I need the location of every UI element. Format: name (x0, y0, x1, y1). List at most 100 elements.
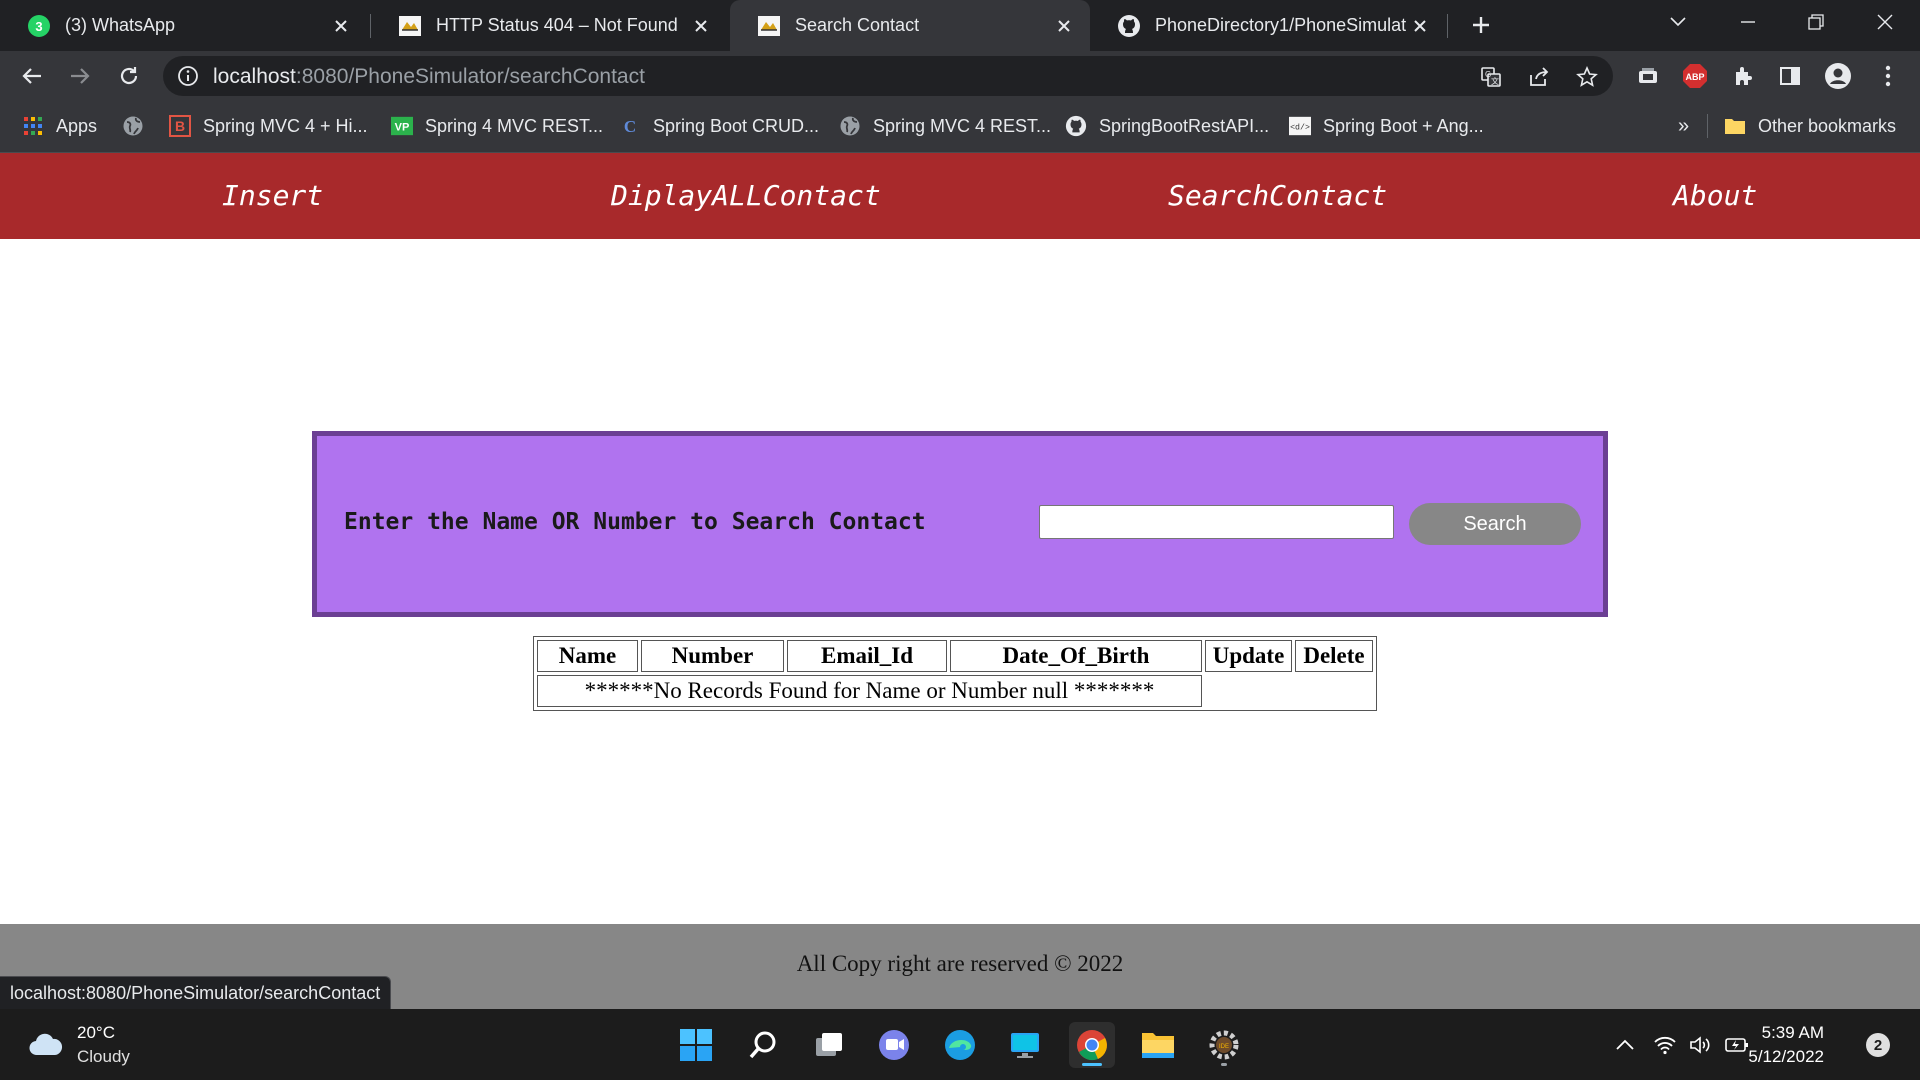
vp-icon: VP (391, 115, 413, 137)
code-icon: <d/> (1289, 115, 1311, 137)
wifi-icon[interactable] (1652, 1032, 1678, 1058)
address-bar[interactable]: localhost:8080/PhoneSimulator/searchCont… (163, 56, 1613, 96)
no-records-message: ******No Records Found for Name or Numbe… (537, 675, 1202, 707)
side-panel-icon[interactable] (1774, 60, 1806, 92)
media-icon[interactable] (1632, 60, 1664, 92)
running-indicator (1221, 1063, 1227, 1066)
new-tab-button[interactable] (1465, 9, 1497, 41)
bookmark-apps[interactable]: Apps (22, 101, 97, 151)
profile-avatar-icon[interactable] (1822, 60, 1854, 92)
chrome-icon[interactable] (1069, 1022, 1115, 1068)
clock-time[interactable]: 5:39 AM (1762, 1023, 1824, 1043)
globe-icon (839, 115, 861, 137)
results-table: Name Number Email_Id Date_Of_Birth Updat… (533, 636, 1377, 711)
edge-icon[interactable] (937, 1022, 983, 1068)
restore-button[interactable] (1786, 0, 1846, 44)
running-indicator (1082, 1063, 1102, 1066)
weather-temperature[interactable]: 20°C (77, 1023, 115, 1043)
minimize-button[interactable] (1718, 0, 1778, 44)
header-update: Update (1205, 640, 1292, 672)
search-icon[interactable] (740, 1022, 786, 1068)
more-bookmarks-button[interactable]: » (1678, 101, 1689, 151)
tab-whatsapp[interactable]: 3 (3) WhatsApp (0, 0, 367, 51)
nav-search-contact[interactable]: SearchContact (1168, 179, 1387, 212)
url-text: localhost:8080/PhoneSimulator/searchCont… (213, 65, 645, 89)
share-icon[interactable] (1526, 64, 1552, 90)
globe-icon (122, 115, 144, 137)
more-bookmarks-label: » (1678, 114, 1690, 137)
close-icon[interactable] (1050, 12, 1078, 40)
tomcat-icon (757, 14, 781, 38)
nav-about[interactable]: About (1673, 179, 1757, 212)
svg-text:VP: VP (395, 122, 410, 134)
bookmark-spring-boot-crud[interactable]: C Spring Boot CRUD... (619, 101, 819, 151)
tab-github[interactable]: PhoneDirectory1/PhoneSimulato (1090, 0, 1446, 51)
github-icon (1065, 115, 1087, 137)
task-view-icon[interactable] (806, 1022, 852, 1068)
svg-text:3: 3 (35, 19, 42, 34)
bookmark-spring-boot-angular[interactable]: <d/> Spring Boot + Ang... (1289, 101, 1484, 151)
close-icon[interactable] (327, 12, 355, 40)
bookmark-label: Spring MVC 4 + Hi... (203, 115, 368, 136)
close-icon[interactable] (1406, 12, 1434, 40)
bookmark-label: Spring Boot CRUD... (653, 115, 820, 136)
back-button[interactable] (16, 60, 48, 92)
settings-gear-icon[interactable]: IDE (1201, 1022, 1247, 1068)
bookmark-globe[interactable] (122, 101, 156, 151)
whatsapp-icon: 3 (27, 14, 51, 38)
bookmark-spring-mvc-hibernate[interactable]: B Spring MVC 4 + Hi... (169, 101, 368, 151)
volume-icon[interactable] (1688, 1032, 1714, 1058)
tab-title: PhoneDirectory1/PhoneSimulato (1155, 15, 1406, 35)
tab-http-404[interactable]: HTTP Status 404 – Not Found (371, 0, 727, 51)
forward-button[interactable] (64, 60, 96, 92)
remote-desktop-icon[interactable] (1002, 1022, 1048, 1068)
info-icon[interactable] (177, 65, 199, 92)
close-window-button[interactable] (1855, 0, 1915, 44)
file-explorer-icon[interactable] (1135, 1022, 1181, 1068)
other-bookmarks-folder[interactable]: Other bookmarks (1724, 101, 1896, 151)
notification-badge[interactable]: 2 (1866, 1033, 1890, 1057)
search-input[interactable] (1039, 505, 1394, 539)
url-host: localhost (213, 65, 296, 88)
battery-charging-icon[interactable] (1724, 1032, 1750, 1058)
bookmark-label: Spring 4 MVC REST... (425, 115, 604, 136)
svg-text:<d/>: <d/> (1290, 123, 1310, 133)
other-bookmarks-label: Other bookmarks (1758, 115, 1897, 136)
clock-date[interactable]: 5/12/2022 (1748, 1047, 1824, 1067)
translate-icon[interactable]: G文 (1478, 64, 1504, 90)
close-icon[interactable] (687, 12, 715, 40)
adblock-icon[interactable]: ABP (1679, 60, 1711, 92)
menu-kebab-icon[interactable] (1872, 60, 1904, 92)
search-button[interactable]: Search (1409, 503, 1581, 545)
bookmark-star-icon[interactable] (1574, 64, 1600, 90)
bookmark-spring4-mvc-rest[interactable]: VP Spring 4 MVC REST... (391, 101, 603, 151)
tab-search-button[interactable] (1648, 0, 1708, 44)
site-navbar: Insert DiplayALLContact SearchContact Ab… (0, 153, 1920, 239)
bookmarks-bar: Apps B Spring MVC 4 + Hi... VP Spring 4 … (0, 101, 1920, 153)
cloud-icon[interactable] (28, 1031, 64, 1062)
tab-search-contact[interactable]: Search Contact (730, 0, 1090, 51)
nav-display-all-contact[interactable]: DiplayALLContact (611, 179, 881, 212)
bookmark-label: Spring MVC 4 REST... (873, 115, 1052, 136)
empty-cell (1205, 675, 1373, 707)
tab-separator (1447, 14, 1448, 38)
bookmark-label: Spring Boot + Ang... (1323, 115, 1484, 136)
bookmark-springboot-restapi[interactable]: SpringBootRestAPI... (1065, 101, 1269, 151)
header-email-id: Email_Id (787, 640, 947, 672)
bookmark-spring-mvc4-rest[interactable]: Spring MVC 4 REST... (839, 101, 1051, 151)
chevron-up-icon[interactable] (1612, 1032, 1638, 1058)
reload-button[interactable] (113, 60, 145, 92)
nav-insert[interactable]: Insert (222, 179, 323, 212)
browser-toolbar: localhost:8080/PhoneSimulator/searchCont… (0, 51, 1920, 101)
svg-text:ABP: ABP (1685, 72, 1704, 82)
c-icon: C (619, 115, 641, 137)
search-label: Enter the Name OR Number to Search Conta… (344, 509, 926, 535)
bookmark-label: SpringBootRestAPI... (1099, 115, 1270, 136)
weather-condition[interactable]: Cloudy (77, 1047, 130, 1067)
bookmark-b-icon: B (169, 115, 191, 137)
extensions-icon[interactable] (1727, 60, 1759, 92)
bookmark-label: Apps (56, 115, 98, 136)
link-status-bubble: localhost:8080/PhoneSimulator/searchCont… (0, 976, 392, 1009)
teams-chat-icon[interactable] (871, 1022, 917, 1068)
start-button[interactable] (673, 1022, 719, 1068)
